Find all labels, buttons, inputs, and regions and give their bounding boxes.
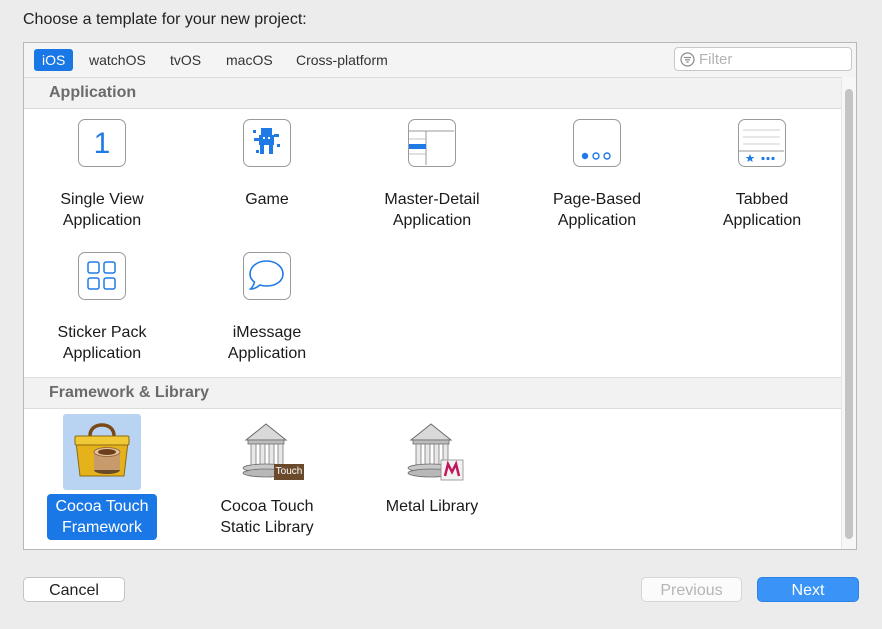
tab-watchos[interactable]: watchOS [81,49,154,71]
library-building-icon: Touch [228,414,306,490]
template-label: Metal Library [378,494,486,519]
metal-library-icon [393,414,471,490]
template-cocoa-touch-static-library[interactable]: Touch Cocoa Touch Static Library [192,414,342,540]
single-view-icon: 1 [78,119,126,167]
section-header-framework-library: Framework & Library [24,377,842,409]
dialog-heading: Choose a template for your new project: [23,11,307,29]
page-based-icon [573,119,621,167]
tab-macos[interactable]: macOS [218,49,281,71]
game-icon [243,119,291,167]
platform-tab-bar: iOS watchOS tvOS macOS Cross-platform [24,43,856,78]
imessage-icon [243,252,291,300]
template-tabbed-application[interactable]: Tabbed Application [687,119,837,233]
cancel-button[interactable]: Cancel [23,577,125,602]
template-label: Tabbed Application [715,187,809,233]
template-master-detail-application[interactable]: Master-Detail Application [357,119,507,233]
toolbox-icon [63,414,141,490]
scrollbar-thumb[interactable] [845,89,853,539]
template-sticker-pack-application[interactable]: Sticker Pack Application [27,252,177,366]
template-label: Sticker Pack Application [50,320,155,366]
next-button[interactable]: Next [757,577,859,602]
filter-field[interactable] [674,47,852,71]
library-badge: Touch [274,466,304,477]
sticker-pack-icon [78,252,126,300]
template-metal-library[interactable]: Metal Library [357,414,507,519]
template-panel: iOS watchOS tvOS macOS Cross-platform Ap… [23,42,857,550]
template-single-view-application[interactable]: 1 Single View Application [27,119,177,233]
tab-cross-platform[interactable]: Cross-platform [288,49,396,71]
template-imessage-application[interactable]: iMessage Application [192,252,342,366]
section-title: Framework & Library [49,384,209,402]
section-title: Application [49,84,136,102]
previous-button[interactable]: Previous [641,577,742,602]
template-label: Page-Based Application [545,187,649,233]
filter-input[interactable] [699,50,844,68]
template-cocoa-touch-framework[interactable]: Cocoa Touch Framework [27,414,177,540]
template-label: Game [237,187,297,212]
tab-ios[interactable]: iOS [34,49,73,71]
template-page-based-application[interactable]: Page-Based Application [522,119,672,233]
filter-icon [680,52,695,67]
section-header-application: Application [24,77,842,109]
template-label: iMessage Application [220,320,314,366]
template-label: Master-Detail Application [376,187,487,233]
template-label: Cocoa Touch Static Library [212,494,321,540]
tab-tvos[interactable]: tvOS [162,49,209,71]
template-label: Cocoa Touch Framework [47,494,156,540]
template-label: Single View Application [52,187,151,233]
master-detail-icon [408,119,456,167]
template-game[interactable]: Game [192,119,342,212]
tabbed-icon [738,119,786,167]
